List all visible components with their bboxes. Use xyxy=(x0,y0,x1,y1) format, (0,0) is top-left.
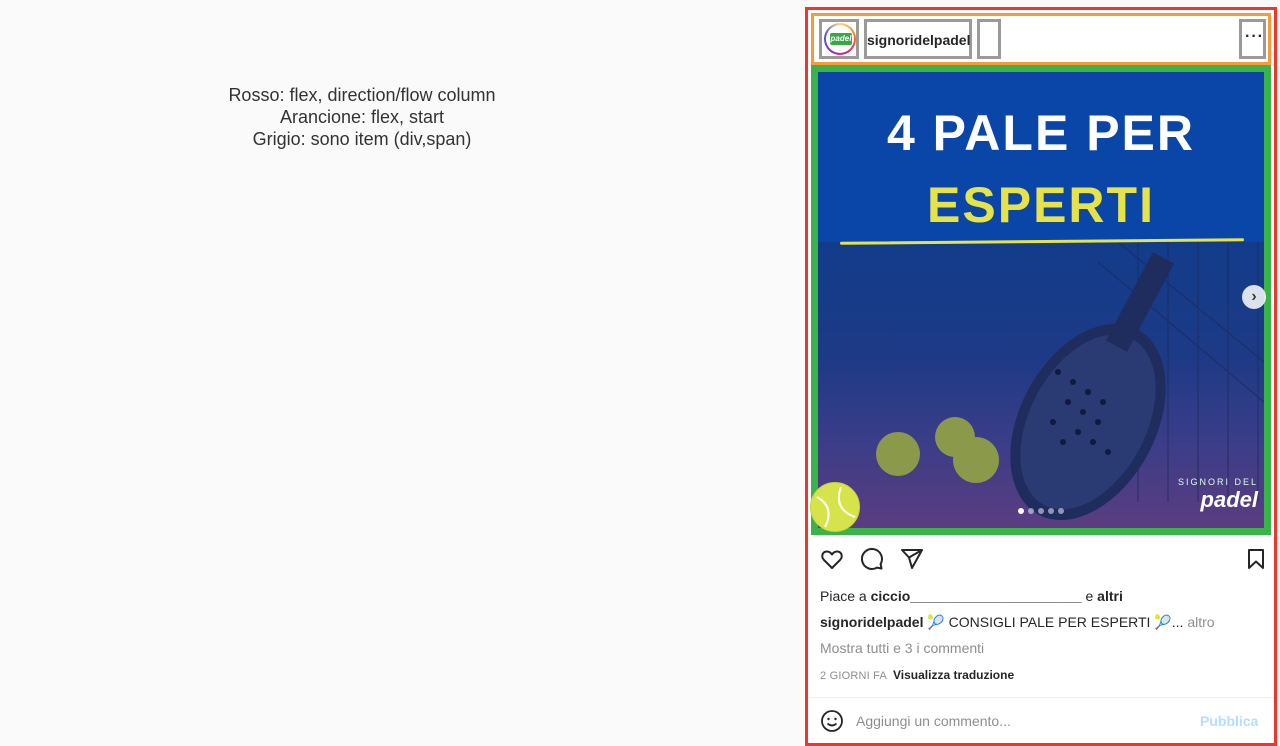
legend-note: Rosso: flex, direction/flow column Aranc… xyxy=(200,84,524,150)
translate-link[interactable]: Visualizza traduzione xyxy=(893,668,1014,682)
action-bar xyxy=(808,535,1274,583)
carousel-dot xyxy=(1028,508,1034,514)
view-comments-link[interactable]: Mostra tutti e 3 i commenti xyxy=(820,635,1262,661)
post-media: 4 PALE PER ESPERTI SIGNORI DEL padel › xyxy=(810,65,1271,535)
publish-button[interactable]: Pubblica xyxy=(1200,713,1258,729)
avatar-logo: padel xyxy=(830,33,852,45)
tennis-ball-sticker xyxy=(810,482,860,532)
caption-more-link[interactable]: altro xyxy=(1183,614,1214,630)
share-icon[interactable] xyxy=(900,547,926,571)
likes-line: Piace a ciccio______________________ e a… xyxy=(820,583,1262,609)
likes-middle: e xyxy=(1081,588,1098,604)
post-header: padel signoridelpadel ··· xyxy=(811,13,1271,65)
avatar-item[interactable]: padel xyxy=(819,19,859,59)
more-options-button[interactable]: ··· xyxy=(1239,19,1266,59)
timestamp-row: 2 GIORNI FA Visualizza traduzione xyxy=(820,661,1262,689)
carousel-dot xyxy=(1038,508,1044,514)
likes-prefix: Piace a xyxy=(820,588,871,604)
comment-bar: Pubblica xyxy=(808,697,1274,743)
post-image[interactable]: 4 PALE PER ESPERTI SIGNORI DEL padel xyxy=(818,72,1264,528)
post-card: padel signoridelpadel ··· 4 PALE PER ESP… xyxy=(805,7,1277,746)
legend-red: Rosso: flex, direction/flow column xyxy=(228,85,496,105)
username-link[interactable]: signoridelpadel xyxy=(867,32,970,48)
image-title-line2: ESPERTI xyxy=(927,177,1155,233)
brand-logo: SIGNORI DEL padel xyxy=(1178,477,1258,513)
image-title-line1: 4 PALE PER xyxy=(886,105,1196,161)
likes-others-link[interactable]: altri xyxy=(1097,588,1123,604)
carousel-indicator xyxy=(1018,508,1064,514)
username-item[interactable]: signoridelpadel xyxy=(864,19,972,59)
chevron-right-icon[interactable]: › xyxy=(1242,285,1266,309)
legend-gray: Grigio: sono item (div,span) xyxy=(252,129,472,149)
carousel-dot xyxy=(1018,508,1024,514)
post-info: Piace a ciccio______________________ e a… xyxy=(808,583,1274,689)
empty-item xyxy=(977,19,1001,59)
legend-orange: Arancione: flex, start xyxy=(279,107,445,127)
carousel-dot xyxy=(1058,508,1064,514)
caption-line: signoridelpadel 🎾 CONSIGLI PALE PER ESPE… xyxy=(820,609,1262,635)
caption-text: 🎾 CONSIGLI PALE PER ESPERTI 🎾... xyxy=(923,614,1184,630)
smiley-icon[interactable] xyxy=(820,709,844,733)
caption-username[interactable]: signoridelpadel xyxy=(820,614,923,630)
avatar[interactable]: padel xyxy=(824,23,856,55)
brand-logo-big: padel xyxy=(1200,487,1258,512)
bookmark-icon[interactable] xyxy=(1244,547,1270,571)
carousel-dot xyxy=(1048,508,1054,514)
comment-input[interactable] xyxy=(854,711,1188,730)
post-timestamp: 2 GIORNI FA xyxy=(820,670,887,682)
comment-icon[interactable] xyxy=(860,547,886,571)
liker-username[interactable]: ciccio______________________ xyxy=(871,588,1082,604)
brand-logo-small: SIGNORI DEL xyxy=(1178,477,1259,487)
heart-icon[interactable] xyxy=(820,547,846,571)
more-icon[interactable]: ··· xyxy=(1245,28,1264,46)
